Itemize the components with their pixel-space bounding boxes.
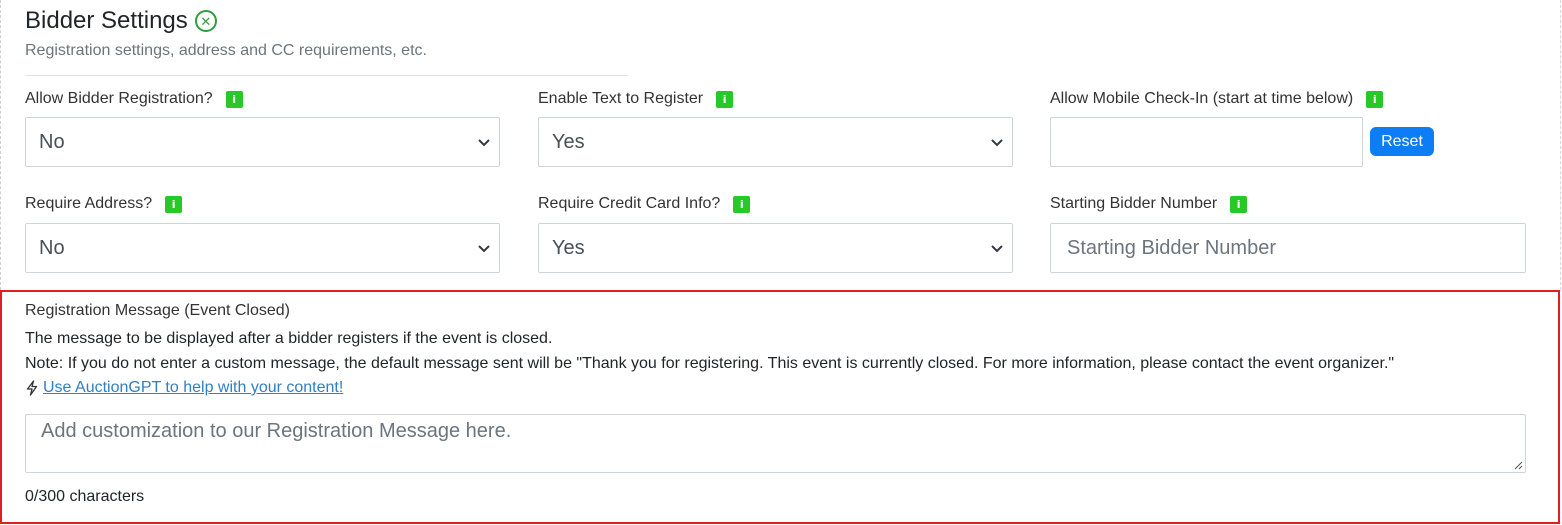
require-cc-label: Require Credit Card Info? [538,195,721,212]
registration-message-placeholder: Add customization to our Registration Me… [41,420,512,442]
require-address-label-row: Require Address? i [25,194,183,214]
auctiongpt-row: Use AuctionGPT to help with your content… [25,379,343,397]
chevron-down-icon [991,139,1003,147]
left-border [0,0,1,290]
enable-text-select[interactable]: Yes [538,117,1013,167]
enable-text-value: Yes [552,130,585,153]
registration-message-description: The message to be displayed after a bidd… [25,330,553,347]
require-address-select[interactable]: No [25,223,500,273]
info-icon[interactable]: i [1366,90,1384,108]
page-title: Bidder Settings [25,7,188,34]
info-icon[interactable]: i [733,195,751,213]
starting-number-placeholder: Starting Bidder Number [1067,236,1276,259]
mobile-checkin-label: Allow Mobile Check-In (start at time bel… [1050,90,1354,107]
reset-button[interactable]: Reset [1370,127,1434,156]
info-icon[interactable]: i [716,90,734,108]
registration-message-section [0,290,1560,524]
mobile-checkin-input[interactable] [1050,117,1363,167]
chevron-down-icon [991,245,1003,253]
registration-message-note: Note: If you do not enter a custom messa… [25,355,1395,372]
resize-handle-icon[interactable] [1514,461,1523,470]
require-address-label: Require Address? [25,195,153,212]
page-subtitle: Registration settings, address and CC re… [25,42,427,59]
enable-text-label: Enable Text to Register [538,90,704,107]
allow-registration-select[interactable]: No [25,117,500,167]
info-icon[interactable]: i [1230,195,1248,213]
starting-number-label: Starting Bidder Number [1050,195,1218,212]
require-cc-label-row: Require Credit Card Info? i [538,194,751,214]
registration-message-label: Registration Message (Event Closed) [25,302,291,319]
character-count: 0/300 characters [25,488,145,505]
lightning-bolt-icon [26,380,38,396]
settings-header: Bidder Settings ✕ Registration settings,… [25,6,427,60]
registration-message-textarea[interactable]: Add customization to our Registration Me… [25,414,1526,473]
chevron-down-icon [478,139,490,147]
info-icon[interactable]: i [165,195,183,213]
auctiongpt-link[interactable]: Use AuctionGPT to help with your content… [43,379,343,397]
info-icon[interactable]: i [225,90,243,108]
right-border [1560,0,1561,290]
starting-number-label-row: Starting Bidder Number i [1050,194,1248,214]
header-divider [25,75,628,76]
allow-registration-value: No [39,130,65,153]
require-cc-value: Yes [552,236,585,259]
require-address-value: No [39,236,65,259]
starting-number-input[interactable]: Starting Bidder Number [1050,223,1526,273]
enable-text-label-row: Enable Text to Register i [538,89,734,109]
bidder-settings-page: Bidder Settings ✕ Registration settings,… [0,0,1562,525]
allow-registration-label: Allow Bidder Registration? [25,90,213,107]
close-circle-icon[interactable]: ✕ [194,10,217,32]
allow-registration-label-row: Allow Bidder Registration? i [25,89,243,109]
chevron-down-icon [478,245,490,253]
require-cc-select[interactable]: Yes [538,223,1013,273]
mobile-checkin-label-row: Allow Mobile Check-In (start at time bel… [1050,89,1384,109]
